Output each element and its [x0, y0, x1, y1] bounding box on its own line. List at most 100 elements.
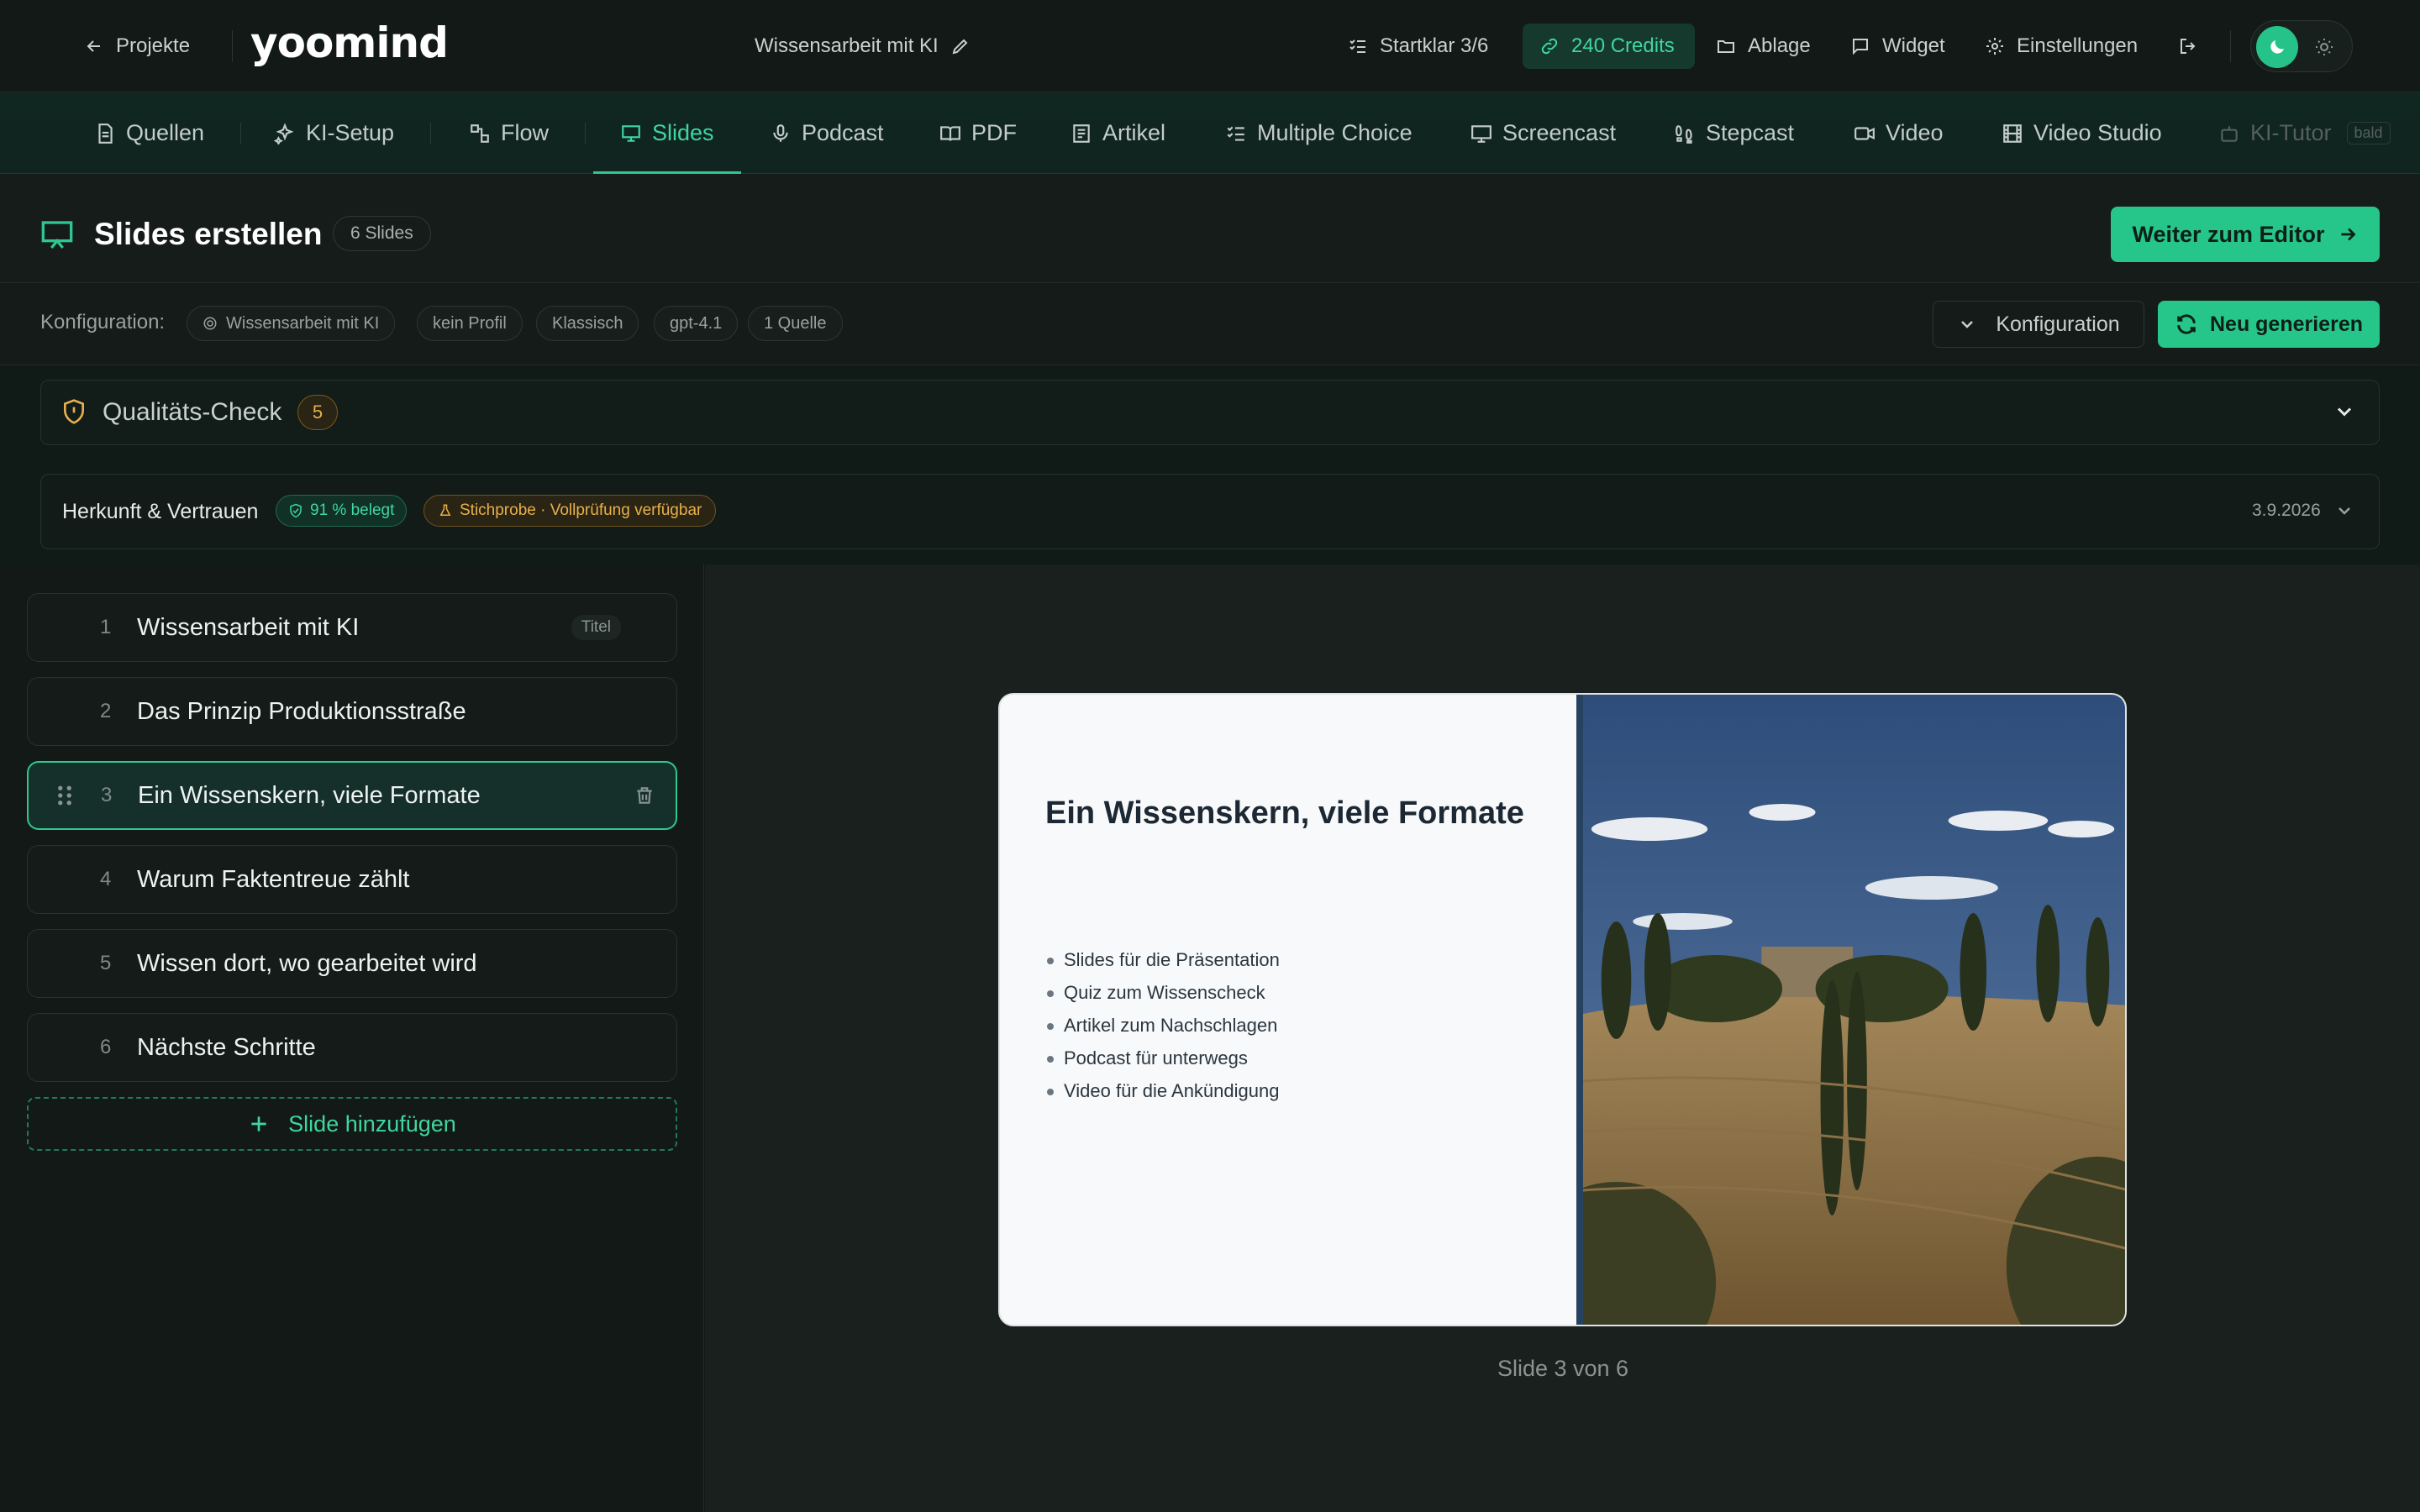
tab-label: Screencast: [1502, 120, 1617, 145]
project-title[interactable]: Wissensarbeit mit KI: [755, 30, 971, 62]
book-icon: [940, 125, 960, 141]
slide-title: Wissen dort, wo gearbeitet wird: [137, 949, 477, 977]
regenerate-label: Neu generieren: [2209, 312, 2363, 336]
slide-title: Das Prinzip Produktionsstraße: [137, 697, 466, 725]
configuration-toggle-button[interactable]: Konfiguration: [1933, 301, 2144, 348]
pencil-icon[interactable]: [950, 36, 971, 56]
film-icon: [2003, 123, 2022, 143]
slide-list-item[interactable]: 1 Wissensarbeit mit KI Titel: [27, 593, 677, 662]
tab-label: PDF: [971, 120, 1017, 145]
widget-label: Widget: [1882, 34, 1945, 57]
tab-artikel[interactable]: Artikel: [1071, 92, 1165, 174]
slide-list-item[interactable]: 2 Das Prinzip Produktionsstraße: [27, 677, 677, 746]
chevron-down-icon[interactable]: [2334, 501, 2354, 521]
tuscany-landscape-image: [1576, 695, 2125, 1325]
plus-icon: [251, 1116, 266, 1131]
slide-bullet-list: Slides für die Präsentation Quiz zum Wis…: [1045, 943, 1280, 1107]
message-icon: [1853, 39, 1868, 55]
continue-to-editor-button[interactable]: Weiter zum Editor: [2111, 207, 2380, 262]
shield-alert-icon: [64, 399, 84, 424]
video-icon: [1854, 126, 1875, 140]
widget-button[interactable]: Widget: [1850, 30, 1945, 62]
flask-icon: [439, 504, 451, 516]
slide-list-item[interactable]: 4 Warum Faktentreue zählt: [27, 845, 677, 914]
regenerate-button[interactable]: Neu generieren: [2158, 301, 2380, 348]
tab-label: KI-Tutor: [2250, 120, 2332, 145]
slide-number: 6: [100, 1036, 112, 1058]
tab-label: Video: [1886, 120, 1944, 145]
presentation-icon: [622, 124, 640, 142]
config-chip-sources: 1 Quelle: [748, 306, 843, 341]
back-to-projects-link[interactable]: Projekte: [84, 30, 190, 62]
monitor-icon: [1471, 124, 1491, 143]
tab-quellen[interactable]: Quellen: [94, 92, 204, 174]
slide-number: 5: [100, 952, 112, 974]
flow-icon: [471, 123, 489, 143]
continue-label: Weiter zum Editor: [2132, 221, 2325, 247]
evidence-badge: 91 % belegt: [276, 495, 408, 527]
evidence-label: 91 % belegt: [310, 501, 395, 519]
slide-bullet: Quiz zum Wissenscheck: [1045, 976, 1280, 1009]
divider: [2230, 30, 2231, 62]
slide-list-item[interactable]: 6 Nächste Schritte: [27, 1013, 677, 1082]
slide-list-item[interactable]: 5 Wissen dort, wo gearbeitet wird: [27, 929, 677, 998]
tab-ki-setup[interactable]: KI-Setup: [274, 92, 394, 174]
tab-flow[interactable]: Flow: [469, 92, 549, 174]
config-chip-project: Wissensarbeit mit KI: [187, 306, 396, 341]
tab-video-studio[interactable]: Video Studio: [2002, 92, 2162, 174]
chip-label: kein Profil: [433, 313, 507, 333]
tab-slides[interactable]: Slides: [593, 92, 740, 174]
startklar-label: Startklar 3/6: [1380, 34, 1489, 57]
page-title: Slides erstellen: [94, 217, 323, 251]
chip-label: 1 Quelle: [764, 313, 827, 333]
chip-label: gpt-4.1: [670, 313, 723, 333]
tab-screencast[interactable]: Screencast: [1470, 92, 1616, 174]
slide-bullet: Podcast für unterwegs: [1045, 1042, 1280, 1074]
chevron-down-icon[interactable]: [2333, 400, 2356, 423]
ablage-button[interactable]: Ablage: [1716, 30, 1811, 62]
slide-position-caption: Slide 3 von 6: [1497, 1356, 1629, 1381]
sun-icon[interactable]: [2308, 31, 2340, 63]
checklist-icon: [1227, 126, 1244, 141]
slide-title: Wissensarbeit mit KI: [137, 613, 360, 641]
slide-list-item-active[interactable]: 3 Ein Wissenskern, viele Formate: [27, 761, 677, 830]
yoomind-logo[interactable]: yoomind: [250, 18, 449, 67]
tab-stepcast[interactable]: Stepcast: [1674, 92, 1794, 174]
add-slide-button[interactable]: Slide hinzufügen: [27, 1097, 677, 1151]
tab-label: Slides: [652, 120, 714, 145]
checklist-icon: [1349, 39, 1365, 53]
shield-check-icon: [290, 503, 302, 518]
moon-icon[interactable]: [2256, 26, 2298, 68]
logout-button[interactable]: [2178, 30, 2198, 62]
logout-icon: [2181, 39, 2196, 54]
tab-podcast[interactable]: Podcast: [770, 92, 884, 174]
slide-title: Ein Wissenskern, viele Formate: [138, 781, 481, 809]
gear-icon: [1986, 38, 2003, 55]
chip-label: Klassisch: [552, 313, 623, 333]
tab-label: Flow: [501, 120, 550, 145]
slide-bullet: Video für die Ankündigung: [1045, 1074, 1280, 1107]
slide-count-badge: 6 Slides: [333, 216, 431, 251]
chip-label: Wissensarbeit mit KI: [226, 313, 380, 333]
slide-number: 2: [100, 700, 112, 722]
slide-preview[interactable]: Ein Wissenskern, viele Formate Slides fü…: [998, 693, 2127, 1326]
ablage-label: Ablage: [1748, 34, 1811, 57]
trash-icon[interactable]: [634, 785, 655, 806]
tab-label: KI-Setup: [306, 120, 395, 145]
tab-pdf[interactable]: PDF: [939, 92, 1017, 174]
einstellungen-button[interactable]: Einstellungen: [1985, 30, 2138, 62]
quality-check-panel[interactable]: [40, 380, 2380, 445]
tab-label: Podcast: [802, 120, 884, 145]
refresh-icon: [2177, 314, 2196, 334]
tab-multiple-choice[interactable]: Multiple Choice: [1225, 92, 1413, 174]
quality-issue-count-badge: 5: [297, 395, 338, 430]
theme-toggle[interactable]: [2250, 20, 2353, 72]
sample-check-badge[interactable]: Stichprobe · Vollprüfung verfügbar: [424, 495, 717, 527]
startklar-button[interactable]: Startklar 3/6: [1348, 30, 1488, 62]
tab-video[interactable]: Video: [1854, 92, 1944, 174]
config-chip-profile: kein Profil: [417, 306, 523, 341]
article-icon: [1073, 123, 1090, 143]
footsteps-icon: [1676, 124, 1692, 144]
drag-handle-icon[interactable]: [55, 784, 74, 807]
credits-button[interactable]: 240 Credits: [1523, 24, 1695, 69]
